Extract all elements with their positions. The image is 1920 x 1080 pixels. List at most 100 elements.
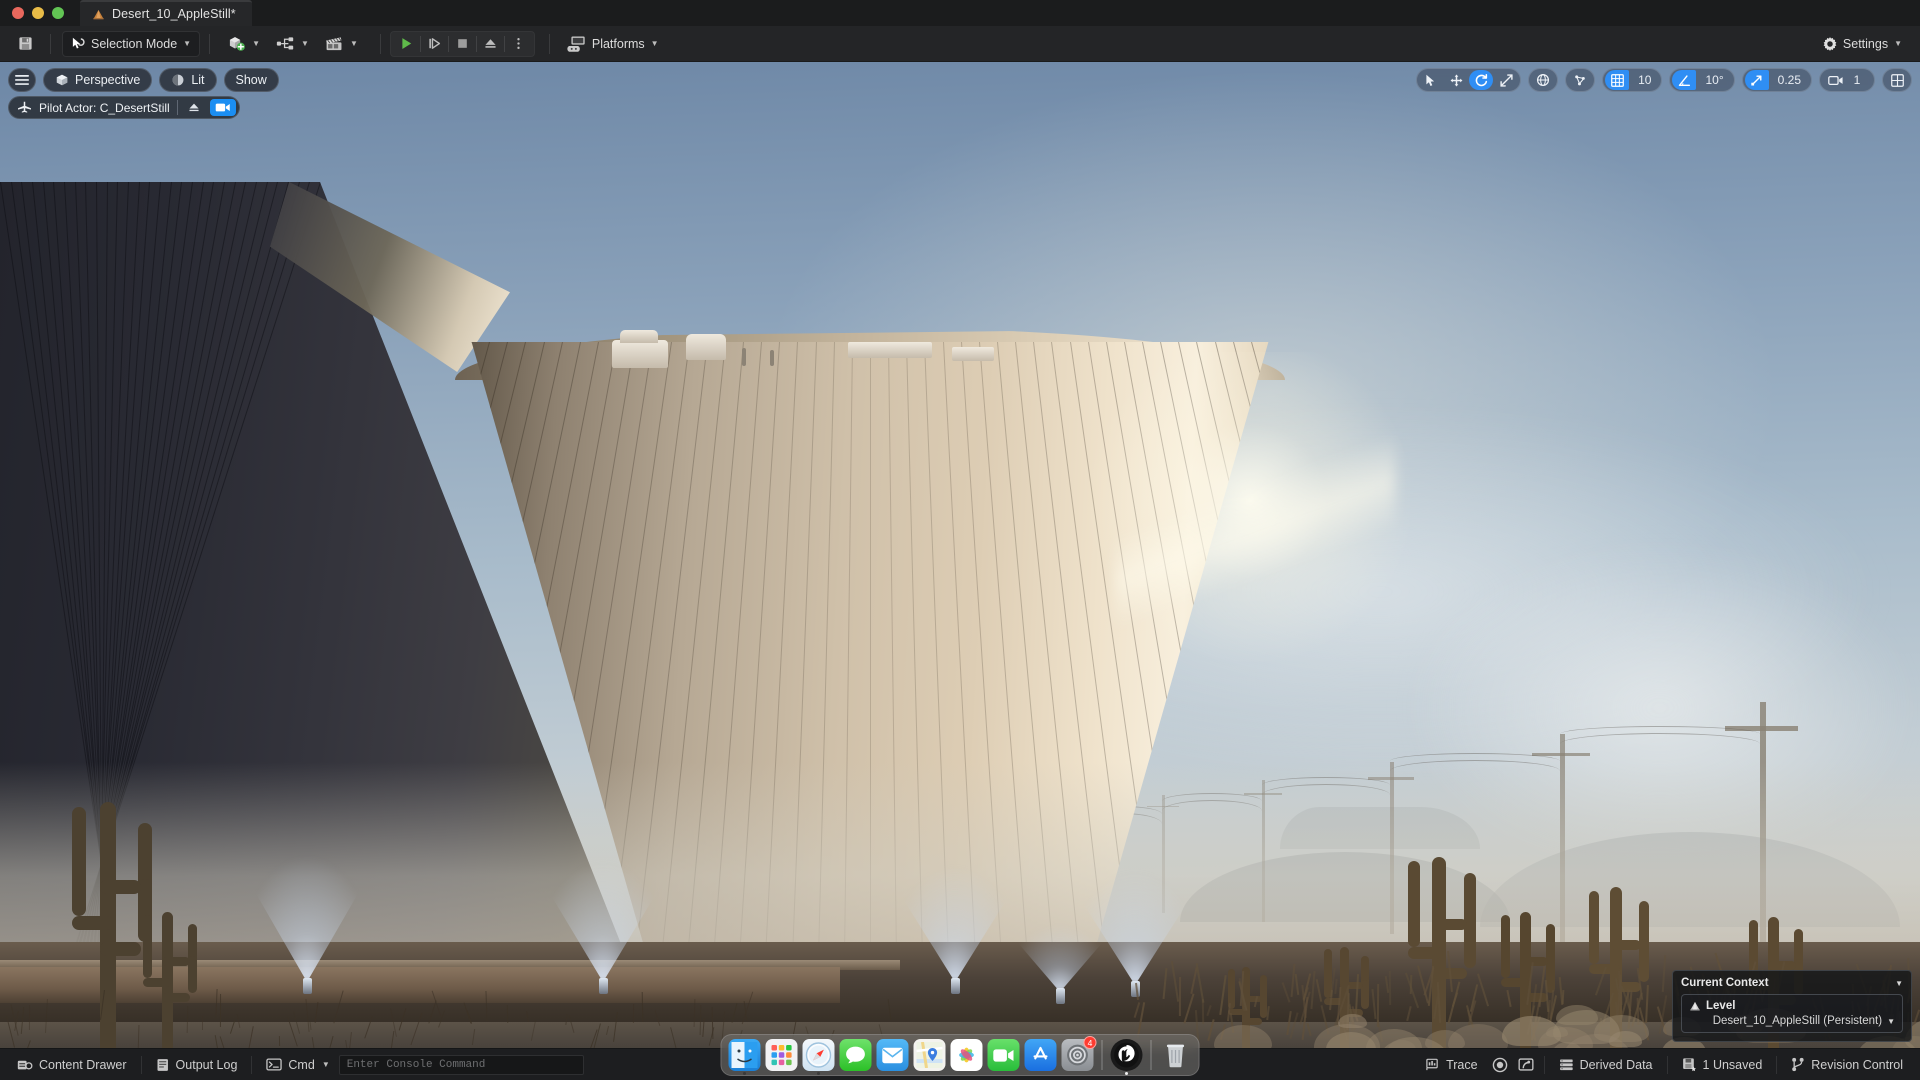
eject-button[interactable] xyxy=(477,32,504,56)
trace-snapshot-button[interactable] xyxy=(1513,1053,1539,1077)
dock-item-app-store[interactable] xyxy=(1025,1039,1057,1071)
system-settings-badge: 4 xyxy=(1084,1036,1097,1049)
play-more-options-button[interactable] xyxy=(505,32,532,56)
main-toolbar: Selection Mode ▼ ▼ ▼ xyxy=(0,26,1920,62)
output-log-label: Output Log xyxy=(176,1058,238,1072)
cmd-button[interactable]: Cmd ▼ xyxy=(257,1053,338,1077)
translate-tool-button[interactable] xyxy=(1444,70,1468,90)
maximize-window-button[interactable] xyxy=(52,7,64,19)
level-viewport[interactable]: Perspective Lit Show Pilot Actor: C_Dese… xyxy=(0,62,1920,1048)
derived-data-button[interactable]: Derived Data xyxy=(1550,1053,1662,1077)
globe-icon xyxy=(1536,73,1550,87)
chevron-down-icon: ▼ xyxy=(301,39,309,48)
scale-snap-value[interactable]: 0.25 xyxy=(1770,70,1809,90)
content-drawer-button[interactable]: Content Drawer xyxy=(8,1053,136,1077)
dock-item-trash[interactable] xyxy=(1160,1039,1192,1071)
rotate-icon xyxy=(1475,74,1488,87)
console-command-input[interactable]: Enter Console Command xyxy=(339,1055,584,1075)
dock-item-system-settings[interactable]: 4 xyxy=(1062,1039,1094,1071)
platforms-button[interactable]: Platforms ▼ xyxy=(559,31,667,57)
grid-snap-group: 10 xyxy=(1602,68,1662,92)
pilot-plane-icon xyxy=(17,101,32,114)
trace-button[interactable]: Trace xyxy=(1416,1053,1487,1077)
cactus-elbow xyxy=(1501,978,1529,987)
grid-snap-value[interactable]: 10 xyxy=(1630,70,1659,90)
dock-item-finder[interactable] xyxy=(729,1039,761,1071)
save-button[interactable] xyxy=(10,31,41,57)
unsaved-button[interactable]: 1 Unsaved xyxy=(1673,1053,1772,1077)
cactus-elbow xyxy=(100,942,141,956)
current-context-level-value-row[interactable]: Desert_10_AppleStill (Persistent) ▼ xyxy=(1689,1015,1895,1027)
branch-icon xyxy=(1791,1057,1805,1072)
cactus-arm xyxy=(1589,891,1599,965)
dock-item-launchpad[interactable] xyxy=(766,1039,798,1071)
chevron-down-icon: ▼ xyxy=(350,39,358,48)
angle-snap-value[interactable]: 10° xyxy=(1697,70,1731,90)
selection-mode-button[interactable]: Selection Mode ▼ xyxy=(62,31,200,57)
dock-item-messages[interactable] xyxy=(840,1039,872,1071)
cactus-elbow xyxy=(100,880,141,894)
viewport-menu-icon xyxy=(15,74,29,86)
camera-speed-button[interactable] xyxy=(1822,70,1847,90)
cactus-elbow xyxy=(1520,957,1548,966)
save-icon xyxy=(18,36,33,51)
trace-record-button[interactable] xyxy=(1487,1053,1513,1077)
dock-item-unreal-engine[interactable] xyxy=(1111,1039,1143,1071)
close-window-button[interactable] xyxy=(12,7,24,19)
rotate-tool-button[interactable] xyxy=(1469,70,1493,90)
viewport-layout-button[interactable] xyxy=(1885,70,1909,90)
scale-snap-icon xyxy=(1750,74,1763,87)
dock-item-mail[interactable] xyxy=(877,1039,909,1071)
select-tool-button[interactable] xyxy=(1419,70,1443,90)
current-context-panel[interactable]: Current Context ▼ Level Desert_10_AppleS… xyxy=(1672,970,1912,1042)
dock-item-maps[interactable] xyxy=(914,1039,946,1071)
chevron-down-icon[interactable]: ▼ xyxy=(1887,1017,1895,1026)
viewport-menu-button[interactable] xyxy=(8,68,36,92)
pilot-actor-bar[interactable]: Pilot Actor: C_DesertStill xyxy=(8,96,240,119)
macos-dock: 4 xyxy=(721,1034,1200,1076)
stop-button[interactable] xyxy=(449,32,476,56)
camera-speed-value[interactable]: 1 xyxy=(1848,70,1872,90)
cactus-arm xyxy=(1464,873,1476,918)
viewport-toolbar-left: Perspective Lit Show xyxy=(8,68,279,92)
cinematics-button[interactable]: ▼ xyxy=(317,31,366,57)
surface-snapping-button[interactable] xyxy=(1568,70,1592,90)
play-button[interactable] xyxy=(393,32,420,56)
cactus-arm xyxy=(1361,956,1369,981)
grid-snap-toggle[interactable] xyxy=(1605,70,1629,90)
unsaved-label: 1 Unsaved xyxy=(1703,1058,1763,1072)
project-tab[interactable]: Desert_10_AppleStill* xyxy=(80,0,252,26)
angle-snap-toggle[interactable] xyxy=(1672,70,1696,90)
minimize-window-button[interactable] xyxy=(32,7,44,19)
dock-item-facetime[interactable] xyxy=(988,1039,1020,1071)
desert-rock xyxy=(1556,1005,1598,1026)
chevron-down-icon[interactable]: ▼ xyxy=(1895,979,1903,988)
world-coordinates-button[interactable] xyxy=(1531,70,1555,90)
viewport-camera-mode-button[interactable]: Perspective xyxy=(43,68,152,92)
spotlight-fixture xyxy=(1056,988,1065,1004)
facetime-icon xyxy=(993,1048,1015,1063)
blueprints-button[interactable]: ▼ xyxy=(268,31,317,57)
desert-rock xyxy=(1594,1015,1648,1042)
settings-button[interactable]: Settings ▼ xyxy=(1814,31,1910,57)
platforms-label: Platforms xyxy=(592,37,645,51)
pilot-eject-button[interactable] xyxy=(185,101,203,114)
viewport-lighting-mode-button[interactable]: Lit xyxy=(159,68,216,92)
revision-control-button[interactable]: Revision Control xyxy=(1782,1053,1912,1077)
angle-icon xyxy=(1678,74,1691,87)
desert-brush xyxy=(1389,971,1391,1005)
scale-snap-toggle[interactable] xyxy=(1745,70,1769,90)
dock-item-photos[interactable] xyxy=(951,1039,983,1071)
pilot-camera-toggle[interactable] xyxy=(210,99,236,116)
snapshot-icon xyxy=(1518,1057,1534,1072)
viewport-layout-icon xyxy=(1891,74,1904,87)
output-log-button[interactable]: Output Log xyxy=(147,1053,247,1077)
dock-running-indicator xyxy=(1125,1072,1128,1075)
dock-item-safari[interactable] xyxy=(803,1039,835,1071)
play-step-button[interactable] xyxy=(421,32,448,56)
maps-icon xyxy=(917,1042,943,1068)
scale-tool-button[interactable] xyxy=(1494,70,1518,90)
blueprints-icon xyxy=(276,36,295,51)
viewport-show-menu-button[interactable]: Show xyxy=(224,68,279,92)
add-actor-button[interactable]: ▼ xyxy=(219,31,268,57)
